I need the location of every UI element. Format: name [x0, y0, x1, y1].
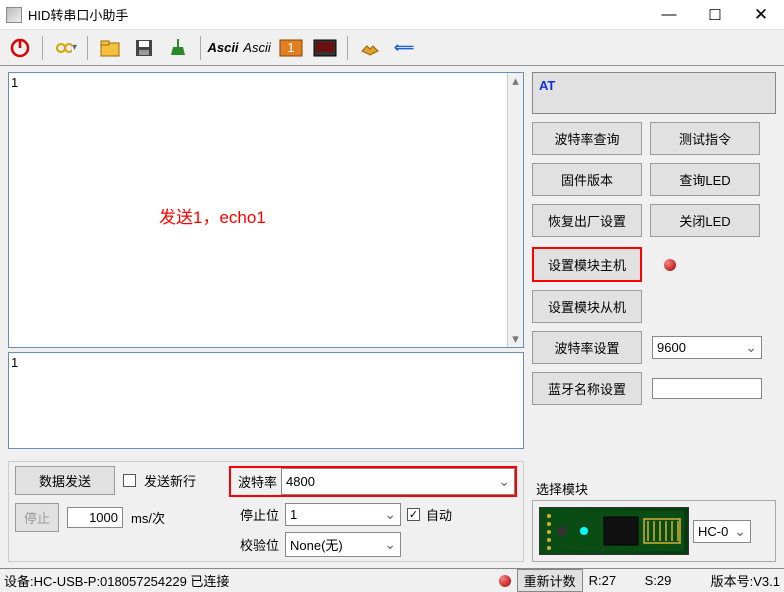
folder-icon[interactable] — [98, 36, 122, 60]
bt-name-button[interactable]: 蓝牙名称设置 — [532, 372, 642, 405]
bt-name-input[interactable] — [652, 378, 762, 399]
statusbar: 设备:HC-USB-P:018057254229 已连接 重新计数 R:27 S… — [0, 568, 784, 592]
receive-textarea[interactable]: 1 发送1，echo1 ▴▾ — [8, 72, 524, 348]
maximize-button[interactable]: ☐ — [692, 0, 738, 30]
module-select-label: 选择模块 — [532, 479, 776, 498]
app-icon — [6, 7, 22, 23]
receive-text: 1 — [11, 75, 18, 90]
ascii-icon[interactable]: Ascii — [245, 36, 269, 60]
send-textarea[interactable]: 1 — [8, 352, 524, 449]
interval-unit: ms/次 — [131, 508, 165, 527]
toolbar: ▾ Ascii Ascii 1 ⟸ — [0, 30, 784, 66]
test-cmd-button[interactable]: 测试指令 — [650, 122, 760, 155]
status-s: S:29 — [645, 573, 705, 588]
status-r: R:27 — [589, 573, 639, 588]
left-pane: 1 发送1，echo1 ▴▾ 1 数据发送 发送新行 停止 ms/次 — [0, 66, 528, 568]
auto-checkbox[interactable]: ✓ — [407, 508, 420, 521]
auto-label: 自动 — [426, 505, 452, 524]
newline-checkbox[interactable] — [123, 474, 136, 487]
close-button[interactable]: ✕ — [738, 0, 784, 30]
link-icon[interactable]: ▾ — [53, 36, 77, 60]
annotation-text: 发送1，echo1 — [159, 203, 266, 228]
titlebar: HID转串口小助手 — ☐ ✕ — [0, 0, 784, 30]
newline-label: 发送新行 — [144, 471, 196, 490]
baud-set-button[interactable]: 波特率设置 — [532, 331, 642, 364]
interval-input[interactable] — [67, 507, 123, 528]
factory-reset-button[interactable]: 恢复出厂设置 — [532, 204, 642, 237]
send-button[interactable]: 数据发送 — [15, 466, 115, 495]
content: 1 发送1，echo1 ▴▾ 1 数据发送 发送新行 停止 ms/次 — [0, 66, 784, 568]
parity-select[interactable]: None(无) — [285, 532, 401, 557]
stop-button[interactable]: 停止 — [15, 503, 59, 532]
right-pane: AT 波特率查询 测试指令 固件版本 查询LED 恢复出厂设置 关闭LED 设置… — [528, 66, 784, 568]
module-image — [539, 507, 689, 555]
stopbits-label: 停止位 — [229, 505, 279, 524]
power-icon[interactable] — [8, 36, 32, 60]
file-1-icon[interactable]: 1 — [279, 36, 303, 60]
save-icon[interactable] — [132, 36, 156, 60]
module-select[interactable]: HC-0 — [693, 520, 751, 543]
stopbits-select[interactable]: 1 — [285, 503, 401, 526]
status-led-icon — [499, 575, 511, 587]
monitor-icon[interactable] — [313, 36, 337, 60]
send-text: 1 — [11, 355, 18, 370]
master-led-icon — [664, 259, 676, 271]
baud-select[interactable]: 4800 — [281, 468, 515, 495]
svg-text:1: 1 — [287, 40, 294, 55]
reset-count-button[interactable]: 重新计数 — [517, 569, 583, 592]
set-master-button[interactable]: 设置模块主机 — [532, 247, 642, 282]
status-device: 设备:HC-USB-P:018057254229 已连接 — [4, 571, 229, 590]
query-led-button[interactable]: 查询LED — [650, 163, 760, 196]
baud-set-select[interactable]: 9600 — [652, 336, 762, 359]
fw-version-button[interactable]: 固件版本 — [532, 163, 642, 196]
clean-icon[interactable] — [166, 36, 190, 60]
baud-query-button[interactable]: 波特率查询 — [532, 122, 642, 155]
set-slave-button[interactable]: 设置模块从机 — [532, 290, 642, 323]
controls-panel: 数据发送 发送新行 停止 ms/次 波特率 4800 停止位 1 — [8, 461, 524, 562]
minimize-button[interactable]: — — [646, 0, 692, 30]
close-led-button[interactable]: 关闭LED — [650, 204, 760, 237]
handshake-icon[interactable] — [358, 36, 382, 60]
at-response-box[interactable]: AT — [532, 72, 776, 114]
ascii-bold-icon[interactable]: Ascii — [211, 36, 235, 60]
baud-label: 波特率 — [231, 468, 281, 495]
hc-icon[interactable]: ⟸ — [392, 36, 416, 60]
scrollbar[interactable]: ▴▾ — [507, 73, 523, 347]
window-title: HID转串口小助手 — [28, 5, 128, 24]
parity-label: 校验位 — [229, 535, 279, 554]
module-area: 选择模块 HC-0 — [532, 479, 776, 562]
status-version: 版本号:V3.1 — [711, 571, 780, 590]
